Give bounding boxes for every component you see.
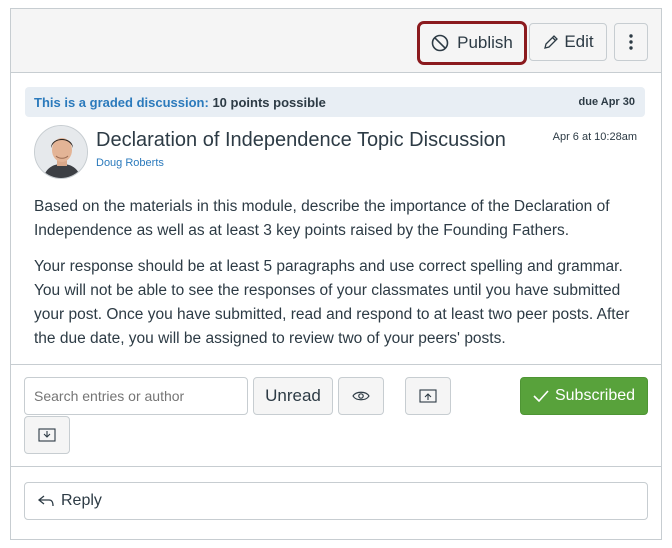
unread-button[interactable]: Unread bbox=[253, 377, 333, 415]
subscribed-button[interactable]: Subscribed bbox=[520, 377, 648, 415]
ban-icon bbox=[431, 34, 449, 52]
author-avatar[interactable] bbox=[34, 125, 88, 179]
discussion-title: Declaration of Independence Topic Discus… bbox=[96, 129, 506, 151]
collapse-icon bbox=[419, 389, 437, 403]
kebab-icon bbox=[629, 34, 633, 50]
checkmark-icon bbox=[533, 390, 549, 402]
more-options-button[interactable] bbox=[614, 23, 648, 61]
reply-label: Reply bbox=[61, 492, 102, 509]
graded-discussion-banner: This is a graded discussion: 10 points p… bbox=[25, 87, 645, 117]
due-date: due Apr 30 bbox=[578, 96, 635, 108]
expand-replies-button[interactable] bbox=[24, 416, 70, 454]
author-link[interactable]: Doug Roberts bbox=[96, 157, 164, 169]
reply-button[interactable]: Reply bbox=[24, 482, 648, 520]
discussion-toolbar: Publish Edit bbox=[11, 9, 661, 73]
graded-label: This is a graded discussion: bbox=[34, 95, 209, 110]
points-possible: 10 points possible bbox=[212, 95, 326, 110]
discussion-frame: Publish Edit This is a graded discussion… bbox=[10, 8, 662, 540]
collapse-replies-button[interactable] bbox=[405, 377, 451, 415]
pencil-icon bbox=[544, 35, 559, 49]
publish-label: Publish bbox=[457, 33, 513, 52]
discussion-paragraph: Based on the materials in this module, d… bbox=[34, 198, 610, 239]
section-divider bbox=[11, 466, 661, 467]
expand-icon bbox=[38, 428, 56, 442]
edit-button[interactable]: Edit bbox=[529, 23, 607, 61]
post-date: Apr 6 at 10:28am bbox=[552, 131, 637, 143]
publish-button[interactable]: Publish bbox=[422, 26, 522, 60]
reply-arrow-icon bbox=[37, 495, 54, 507]
subscribed-label: Subscribed bbox=[554, 387, 636, 404]
section-divider bbox=[11, 364, 661, 365]
edit-label: Edit bbox=[564, 32, 594, 51]
discussion-paragraph: Your response should be at least 5 parag… bbox=[34, 258, 630, 347]
unread-label: Unread bbox=[265, 386, 321, 405]
search-input[interactable] bbox=[24, 377, 248, 415]
toggle-view-button[interactable] bbox=[338, 377, 384, 415]
eye-icon bbox=[352, 391, 370, 401]
